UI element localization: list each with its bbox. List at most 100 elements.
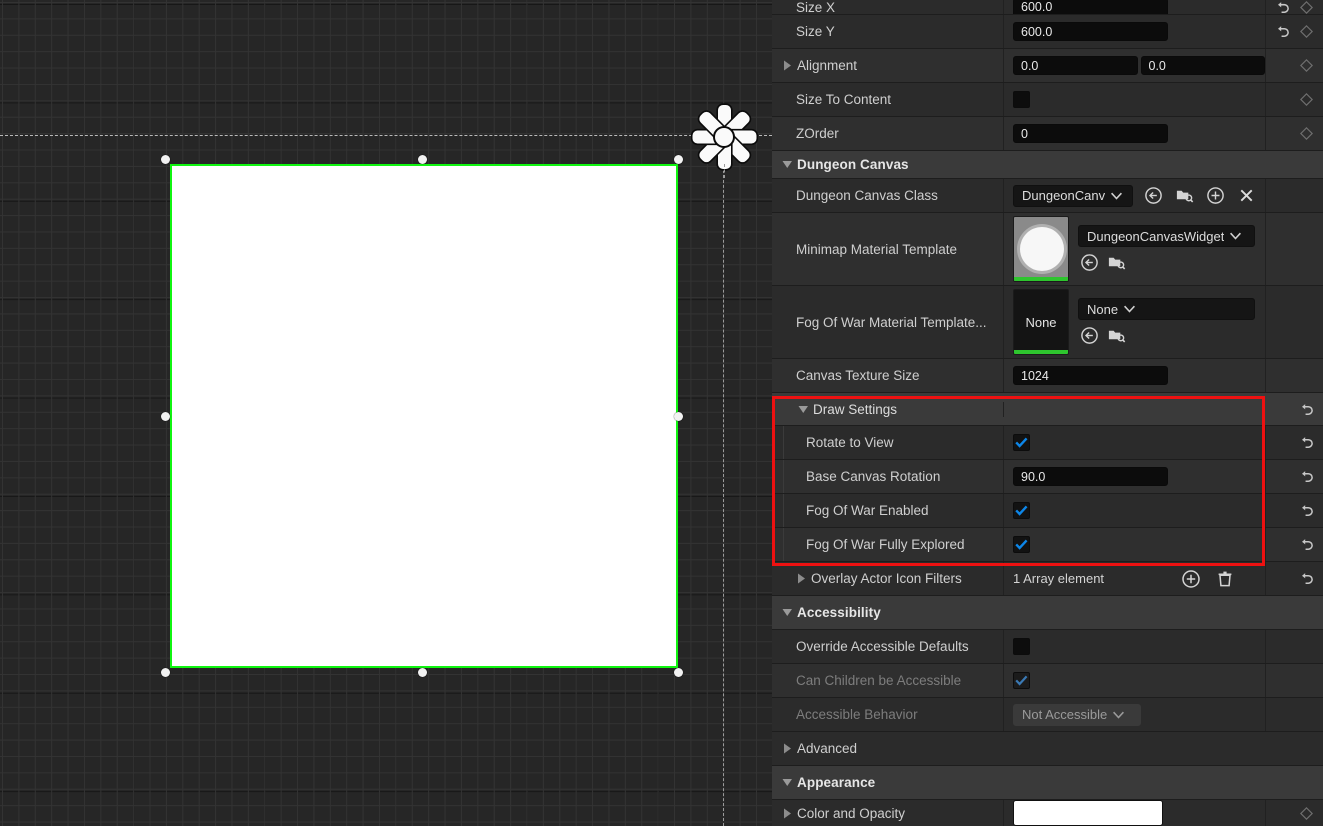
fog-of-war-enabled-checkbox[interactable] [1013, 502, 1030, 519]
fog-of-war-material-thumbnail[interactable]: None [1013, 289, 1069, 355]
revert-icon[interactable] [1297, 501, 1316, 520]
minimap-material-thumbnail[interactable] [1013, 216, 1069, 282]
property-value-cell[interactable]: 0.0 0.0 [1004, 49, 1266, 82]
add-element-icon[interactable] [1180, 568, 1202, 590]
property-value-cell[interactable]: 0 [1004, 117, 1266, 150]
property-row-color-and-opacity[interactable]: Color and Opacity [772, 800, 1323, 826]
color-and-opacity-swatch[interactable] [1013, 800, 1163, 826]
property-value-cell[interactable]: 600.0 [1004, 15, 1266, 48]
revert-icon[interactable] [1297, 400, 1316, 419]
chevron-down-icon[interactable] [796, 402, 810, 416]
bind-diamond-icon[interactable] [1297, 124, 1316, 143]
property-value-cell[interactable]: None None [1004, 286, 1266, 358]
size-to-content-checkbox[interactable] [1013, 91, 1030, 108]
base-canvas-rotation-input[interactable]: 90.0 [1013, 467, 1168, 486]
property-row-base-canvas-rotation[interactable]: Base Canvas Rotation 90.0 [772, 460, 1323, 494]
clear-asset-icon[interactable] [1235, 185, 1257, 207]
category-header-advanced[interactable]: Advanced [772, 732, 1323, 766]
property-row-zorder[interactable]: ZOrder 0 [772, 117, 1323, 151]
flower-asterisk-icon[interactable] [689, 102, 759, 178]
rotate-to-view-checkbox[interactable] [1013, 434, 1030, 451]
canvas-texture-size-input[interactable]: 1024 [1013, 366, 1168, 385]
use-selected-asset-icon[interactable] [1142, 185, 1164, 207]
property-value-cell[interactable] [1004, 800, 1266, 826]
revert-icon[interactable] [1297, 467, 1316, 486]
browse-asset-icon[interactable] [1173, 185, 1195, 207]
handle-middle-right[interactable] [673, 411, 683, 421]
group-header-draw-settings[interactable]: Draw Settings [772, 393, 1323, 426]
property-row-size-x[interactable]: Size X 600.0 [772, 0, 1323, 15]
revert-icon[interactable] [1297, 535, 1316, 554]
chevron-right-icon[interactable] [780, 742, 794, 756]
handle-top-left[interactable] [160, 154, 170, 164]
chevron-right-icon[interactable] [794, 572, 808, 586]
details-panel[interactable]: Size X 600.0 Size Y 600.0 Alignment 0.0 … [772, 0, 1323, 826]
chevron-right-icon[interactable] [780, 806, 794, 820]
property-value-cell[interactable] [1004, 494, 1266, 527]
property-row-minimap-material-template[interactable]: Minimap Material Template DungeonCanvasW… [772, 213, 1323, 286]
dungeon-canvas-class-dropdown[interactable]: DungeonCanv [1013, 184, 1133, 207]
property-row-alignment[interactable]: Alignment 0.0 0.0 [772, 49, 1323, 83]
bind-diamond-icon[interactable] [1297, 90, 1316, 109]
category-header-dungeon-canvas[interactable]: Dungeon Canvas [772, 151, 1323, 179]
chevron-down-icon[interactable] [780, 776, 794, 790]
handle-bottom-left[interactable] [160, 667, 170, 677]
size-x-input[interactable]: 600.0 [1013, 0, 1168, 14]
property-row-size-y[interactable]: Size Y 600.0 [772, 15, 1323, 49]
handle-bottom-center[interactable] [417, 667, 427, 677]
property-value-cell[interactable]: DungeonCanvasWidget [1004, 213, 1266, 285]
property-row-rotate-to-view[interactable]: Rotate to View [772, 426, 1323, 460]
chevron-right-icon[interactable] [780, 59, 794, 73]
property-value-cell[interactable] [1004, 83, 1266, 116]
alignment-y-input[interactable]: 0.0 [1140, 56, 1265, 75]
property-row-fog-of-war-enabled[interactable]: Fog Of War Enabled [772, 494, 1323, 528]
delete-all-elements-icon[interactable] [1214, 568, 1236, 590]
property-row-overlay-actor-icon-filters[interactable]: Overlay Actor Icon Filters 1 Array eleme… [772, 562, 1323, 596]
handle-top-right[interactable] [673, 154, 683, 164]
use-selected-asset-icon[interactable] [1078, 251, 1100, 273]
use-selected-asset-icon[interactable] [1078, 324, 1100, 346]
property-row-canvas-texture-size[interactable]: Canvas Texture Size 1024 [772, 359, 1323, 393]
category-header-accessibility[interactable]: Accessibility [772, 596, 1323, 630]
property-row-dungeon-canvas-class[interactable]: Dungeon Canvas Class DungeonCanv [772, 179, 1323, 213]
property-row-override-accessible-defaults[interactable]: Override Accessible Defaults [772, 630, 1323, 664]
property-value-cell[interactable]: 1024 [1004, 359, 1266, 392]
zorder-input[interactable]: 0 [1013, 124, 1168, 143]
revert-icon[interactable] [1297, 569, 1316, 588]
bind-diamond-icon[interactable] [1297, 0, 1316, 14]
revert-icon[interactable] [1273, 22, 1292, 41]
property-value-cell[interactable]: 90.0 [1004, 460, 1266, 493]
property-row-fog-of-war-material-template[interactable]: Fog Of War Material Template... None Non… [772, 286, 1323, 359]
handle-top-center[interactable] [417, 154, 427, 164]
browse-asset-icon[interactable] [1105, 251, 1127, 273]
property-row-fog-of-war-fully-explored[interactable]: Fog Of War Fully Explored [772, 528, 1323, 562]
revert-icon[interactable] [1297, 433, 1316, 452]
revert-icon[interactable] [1273, 0, 1292, 14]
designer-viewport[interactable] [0, 0, 772, 826]
override-accessible-defaults-checkbox[interactable] [1013, 638, 1030, 655]
handle-middle-left[interactable] [160, 411, 170, 421]
handle-bottom-right[interactable] [673, 667, 683, 677]
bind-diamond-icon[interactable] [1297, 56, 1316, 75]
new-asset-icon[interactable] [1204, 185, 1226, 207]
minimap-material-dropdown[interactable]: DungeonCanvasWidget [1078, 225, 1255, 247]
chevron-down-icon[interactable] [780, 606, 794, 620]
browse-asset-icon[interactable] [1105, 324, 1127, 346]
bind-diamond-icon[interactable] [1297, 804, 1316, 823]
category-header-appearance[interactable]: Appearance [772, 766, 1323, 800]
selected-widget-bounds[interactable] [170, 164, 678, 668]
property-row-size-to-content[interactable]: Size To Content [772, 83, 1323, 117]
property-value-cell[interactable] [1004, 630, 1266, 663]
fog-of-war-material-dropdown[interactable]: None [1078, 298, 1255, 320]
property-value-cell[interactable]: DungeonCanv [1004, 179, 1266, 212]
property-value-cell[interactable]: 600.0 [1004, 0, 1266, 14]
fog-of-war-fully-explored-checkbox[interactable] [1013, 536, 1030, 553]
property-value-cell[interactable]: 1 Array element [1004, 562, 1266, 595]
bind-diamond-icon[interactable] [1297, 22, 1316, 41]
property-value-cell[interactable] [1004, 426, 1266, 459]
size-y-input[interactable]: 600.0 [1013, 22, 1168, 41]
property-value-cell[interactable] [1004, 528, 1266, 561]
chevron-down-icon[interactable] [780, 158, 794, 172]
alignment-x-input[interactable]: 0.0 [1013, 56, 1138, 75]
